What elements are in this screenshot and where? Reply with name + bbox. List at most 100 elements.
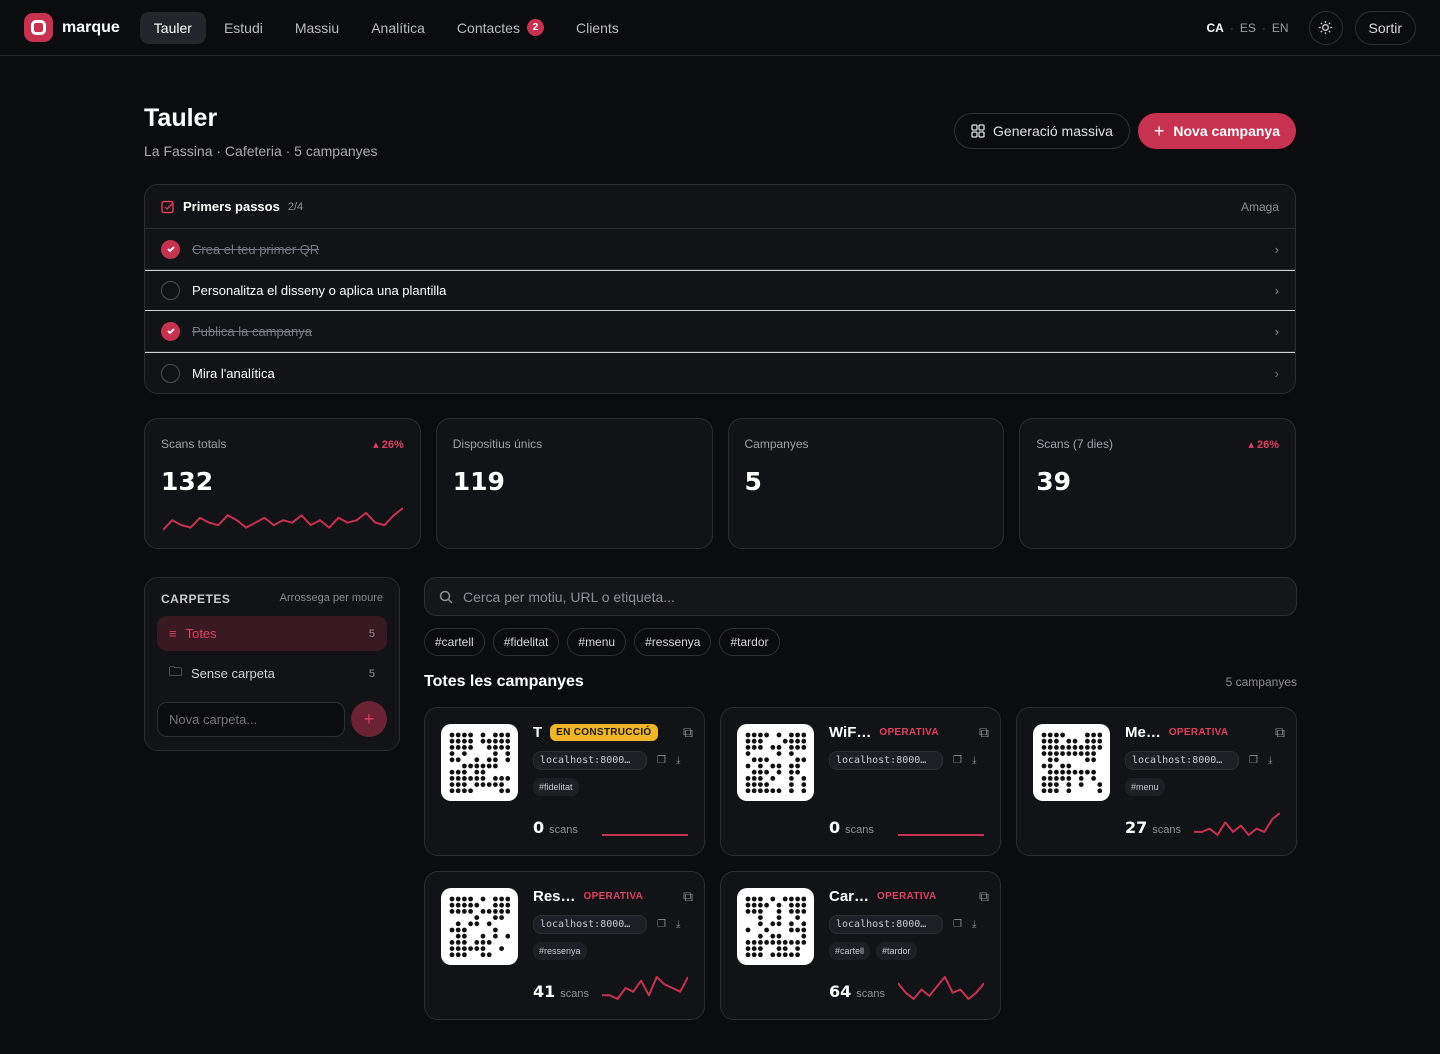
chevron-right-icon: ›	[1274, 365, 1279, 381]
add-folder-button[interactable]: +	[351, 701, 387, 737]
nav-item-0[interactable]: Tauler	[139, 11, 206, 44]
signout-button[interactable]: Sortir	[1354, 10, 1416, 45]
scan-label: scans	[549, 824, 578, 836]
plus-icon: +	[1153, 120, 1165, 141]
checklist-step[interactable]: Publica la campanya ›	[145, 311, 1295, 352]
qr-code-pattern	[449, 896, 510, 957]
copy-icon[interactable]: ❐	[953, 755, 962, 766]
download-icon[interactable]: ⤓	[972, 755, 976, 766]
nav-label: Massiu	[294, 19, 340, 36]
new-folder-input[interactable]	[157, 701, 345, 737]
checklist-step[interactable]: Mira l'analítica ›	[145, 352, 1295, 393]
copy-icon[interactable]: ❐	[1249, 755, 1258, 766]
chevron-right-icon: ›	[1274, 283, 1279, 298]
main-content: Tauler La Fassina · Cafeteria · 5 campan…	[144, 56, 1297, 1020]
unchecked-icon	[161, 363, 180, 383]
new-campaign-label: Nova campanya	[1173, 123, 1280, 139]
campaign-card[interactable]: Res… OPERATIVA ⧉ localhost:8000… ❐ ⤓ #ressenya…	[424, 871, 705, 1020]
scan-label: scans	[1152, 824, 1182, 836]
stat-card: Dispositius únics 119	[435, 418, 713, 549]
campaign-tag: #ressenya	[533, 942, 587, 960]
step-label: Mira l'analítica	[192, 365, 275, 381]
folders-hint: Arrossega per moure	[279, 592, 383, 604]
download-icon[interactable]: ⤓	[676, 755, 680, 766]
download-icon[interactable]: ⤓	[972, 919, 976, 930]
campaign-card[interactable]: T EN CONSTRUCCIÓ ⧉ localhost:8000… ❐ ⤓ #fideli…	[424, 707, 705, 856]
nav-item-5[interactable]: Clients	[562, 12, 633, 44]
download-icon[interactable]: ⤓	[1268, 755, 1272, 766]
nav-item-3[interactable]: Analítica	[357, 12, 439, 44]
sun-icon	[1318, 20, 1333, 35]
new-campaign-button[interactable]: + Nova campanya	[1137, 113, 1296, 149]
nav-item-2[interactable]: Massiu	[281, 12, 353, 44]
campaign-card[interactable]: Me… OPERATIVA ⧉ localhost:8000… ❐ ⤓ #menu 27 sca…	[1016, 707, 1297, 856]
brand-name: marque	[62, 18, 120, 36]
qr-code	[1033, 724, 1110, 801]
nav-label: Analítica	[371, 19, 425, 36]
scan-count: 41	[533, 982, 556, 1001]
copy-icon[interactable]: ❐	[953, 919, 962, 930]
nav-item-1[interactable]: Estudi	[210, 12, 277, 44]
campaigns-count: 5 campanyes	[1225, 675, 1297, 689]
theme-toggle-button[interactable]	[1308, 10, 1343, 45]
tag-chip[interactable]: #ressenya	[634, 628, 712, 656]
copy-icon[interactable]: ❐	[657, 755, 666, 766]
tag-chip[interactable]: #tardor	[719, 628, 780, 656]
lang-es[interactable]: ES	[1240, 21, 1256, 35]
move-folder-icon[interactable]: ⧉	[1275, 724, 1285, 741]
scan-label: scans	[856, 988, 886, 1000]
campaign-tag: #fidelitat	[533, 778, 579, 796]
download-icon[interactable]: ⤓	[676, 919, 680, 930]
brand-logo[interactable]: marque	[24, 13, 120, 42]
tag-chip[interactable]: #menu	[567, 628, 627, 656]
hide-checklist-link[interactable]: Amaga	[1241, 200, 1279, 214]
top-navbar: marque Tauler Estudi Massiu Analítica Contac…	[0, 0, 1440, 56]
campaign-card[interactable]: Car… OPERATIVA ⧉ localhost:8000… ❐ ⤓ #cartell #…	[720, 871, 1001, 1020]
move-folder-icon[interactable]: ⧉	[979, 724, 989, 741]
chevron-right-icon: ›	[1274, 241, 1279, 257]
campaign-name: Car…	[829, 888, 870, 905]
checklist-step[interactable]: Crea el teu primer QR ›	[145, 229, 1295, 270]
tag-filter-list: #cartell #fidelitat #menu #ressenya #tardor	[424, 628, 1297, 656]
bulk-generate-button[interactable]: Generació massiva	[954, 113, 1130, 149]
lang-ca[interactable]: CA	[1207, 21, 1224, 35]
nav-label: Estudi	[223, 19, 263, 36]
stat-card: Campanyes 5	[727, 418, 1005, 549]
folder-icon: 🗀	[169, 663, 183, 679]
folder-item[interactable]: 🗀 Sense carpeta 5	[157, 656, 387, 691]
checklist-title: Primers passos	[183, 199, 280, 214]
scan-count: 27	[1125, 818, 1148, 837]
campaign-tag: #menu	[1125, 778, 1165, 796]
trend-up-icon: ▴	[373, 439, 382, 451]
checklist-step[interactable]: Personalitza el disseny o aplica una pla…	[145, 270, 1295, 311]
step-label: Crea el teu primer QR	[192, 241, 320, 257]
tag-chip[interactable]: #fidelitat	[492, 628, 560, 656]
tag-chip[interactable]: #cartell	[424, 628, 485, 656]
move-folder-icon[interactable]: ⧉	[979, 888, 989, 905]
nav-item-4[interactable]: Contactes 2	[443, 11, 558, 44]
copy-icon[interactable]: ❐	[657, 919, 666, 930]
status-badge: EN CONSTRUCCIÓ	[550, 724, 658, 741]
move-folder-icon[interactable]: ⧉	[683, 888, 693, 905]
notification-badge: 2	[526, 19, 544, 36]
lang-en[interactable]: EN	[1272, 21, 1289, 35]
campaign-search[interactable]: Cerca per motiu, URL o etiqueta...	[424, 577, 1297, 616]
sparkline-chart	[1194, 812, 1280, 836]
qr-code	[737, 724, 814, 801]
campaign-grid: T EN CONSTRUCCIÓ ⧉ localhost:8000… ❐ ⤓ #fideli…	[424, 707, 1297, 1020]
folder-count: 5	[368, 627, 375, 640]
nav-label: Clients	[575, 19, 619, 36]
campaign-url: localhost:8000…	[829, 751, 943, 770]
status-badge: OPERATIVA	[879, 727, 939, 738]
campaign-name: T	[533, 724, 543, 741]
qr-code-pattern	[745, 896, 806, 957]
search-icon	[439, 590, 453, 604]
status-badge: OPERATIVA	[877, 891, 937, 902]
step-label: Personalitza el disseny o aplica una pla…	[192, 283, 447, 298]
search-placeholder: Cerca per motiu, URL o etiqueta...	[463, 588, 675, 605]
campaign-tag: #cartell	[829, 942, 871, 960]
folder-item[interactable]: ≡ Totes 5	[157, 616, 387, 651]
campaign-url: localhost:8000…	[533, 915, 647, 934]
campaign-card[interactable]: WiF… OPERATIVA ⧉ localhost:8000… ❐ ⤓ 0 scans	[720, 707, 1001, 856]
move-folder-icon[interactable]: ⧉	[683, 724, 693, 741]
